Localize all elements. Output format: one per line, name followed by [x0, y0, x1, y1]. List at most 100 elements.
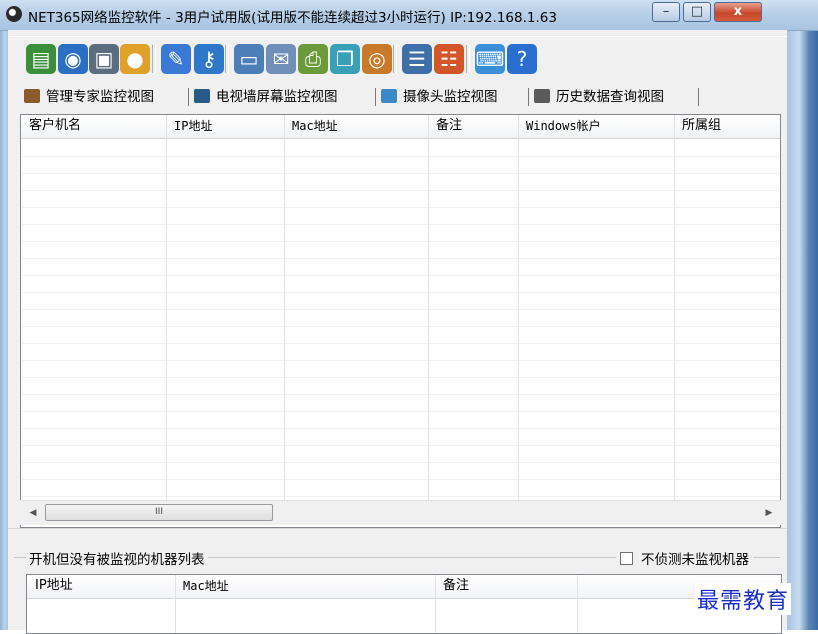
chart-pen-button[interactable]: ✎ — [161, 44, 191, 74]
toolbar-separator — [152, 45, 156, 73]
column-header[interactable]: Mac地址 — [175, 575, 435, 599]
windows-stack-icon: ▤ — [26, 44, 56, 74]
unmonitored-group-title: 开机但没有被监视的机器列表 — [26, 548, 208, 568]
column-header[interactable]: 客户机名 — [21, 115, 166, 139]
table-row — [21, 462, 780, 463]
tab-label: 管理专家监控视图 — [46, 89, 154, 105]
table-row — [21, 394, 780, 395]
table-row — [21, 309, 780, 310]
document-search-icon: ⎙ — [298, 44, 328, 74]
scroll-right-icon[interactable]: ▶ — [760, 504, 778, 522]
tab-label: 电视墙屏幕监控视图 — [216, 89, 338, 105]
keyboard-icon: ⌨ — [475, 44, 505, 74]
mail-icon: ✉ — [266, 44, 296, 74]
help-icon: ? — [507, 44, 537, 74]
table-row — [21, 258, 780, 259]
toolbar: ▤ ◉ ▣ ● ✎ ⚷ ▭ ✉ ⎙ ❐ ◎ ☰ ☷ ⌨? — [8, 36, 787, 83]
disc-icon: ◎ — [362, 44, 392, 74]
table-row — [21, 190, 780, 191]
client-table[interactable]: 客户机名 IP地址 Mac地址 备注 Windows帐户 所属组 — [20, 114, 781, 528]
disc-button[interactable]: ◎ — [362, 44, 392, 74]
list-panel-button[interactable]: ☰ — [402, 44, 432, 74]
view-tabs: 管理专家监控视图 电视墙屏幕监控视图 摄像头监控视图 历史数据查询视图 — [8, 82, 787, 110]
watermark: 最需教育 — [695, 583, 792, 615]
keyboard-button[interactable]: ⌨ — [475, 44, 505, 74]
tab-separator — [528, 88, 529, 106]
close-button[interactable]: x — [714, 2, 762, 22]
tab-camera[interactable]: 摄像头监控视图 — [381, 86, 498, 108]
tab-label: 历史数据查询视图 — [556, 89, 664, 105]
toolbar-separator — [466, 45, 470, 73]
table-row — [21, 156, 780, 157]
table-row — [21, 428, 780, 429]
maximize-button[interactable]: □ — [683, 2, 711, 22]
key-button[interactable]: ⚷ — [194, 44, 224, 74]
table-row — [21, 360, 780, 361]
minimize-button[interactable]: – — [652, 2, 680, 22]
globe-icon: ◉ — [58, 44, 88, 74]
table-row — [21, 224, 780, 225]
globe-button[interactable]: ◉ — [58, 44, 88, 74]
title-bar[interactable]: NET365网络监控软件 - 3用户试用版(试用版不能连续超过3小时运行) IP… — [0, 0, 818, 31]
table-row — [21, 445, 780, 446]
windows-copy-icon: ❐ — [330, 44, 360, 74]
column-header[interactable]: Windows帐户 — [518, 115, 674, 139]
scroll-left-icon[interactable]: ◀ — [24, 504, 42, 522]
column-divider — [577, 575, 578, 633]
manager-icon — [24, 89, 40, 103]
tab-separator — [375, 88, 376, 106]
mail-button[interactable]: ✉ — [266, 44, 296, 74]
column-divider — [435, 575, 436, 633]
window-title: NET365网络监控软件 - 3用户试用版(试用版不能连续超过3小时运行) IP… — [28, 10, 557, 26]
windows-copy-button[interactable]: ❐ — [330, 44, 360, 74]
toolbar-separator — [225, 45, 229, 73]
no-detect-checkbox[interactable] — [620, 552, 633, 565]
column-header[interactable]: 备注 — [435, 575, 577, 599]
key-icon: ⚷ — [194, 44, 224, 74]
tab-manager[interactable]: 管理专家监控视图 — [24, 86, 154, 108]
tab-history[interactable]: 历史数据查询视图 — [534, 86, 664, 108]
table-row — [21, 479, 780, 480]
column-header[interactable]: 备注 — [428, 115, 518, 139]
chart-pen-icon: ✎ — [161, 44, 191, 74]
users-button[interactable]: ● — [120, 44, 150, 74]
scroll-thumb[interactable]: III — [45, 504, 273, 521]
table-row — [21, 496, 780, 497]
table-row — [21, 343, 780, 344]
document-search-button[interactable]: ⎙ — [298, 44, 328, 74]
window-frame-right — [787, 0, 818, 630]
no-detect-label: 不侦测未监视机器 — [641, 552, 749, 568]
tab-separator — [188, 88, 189, 106]
user-report-button[interactable]: ☷ — [434, 44, 464, 74]
column-header[interactable]: 所属组 — [674, 115, 780, 139]
remote-monitor-button[interactable]: ▭ — [234, 44, 264, 74]
table-row — [21, 377, 780, 378]
table-row — [21, 241, 780, 242]
help-button[interactable]: ? — [507, 44, 537, 74]
no-detect-option[interactable]: 不侦测未监视机器 — [616, 548, 753, 568]
table-row — [21, 326, 780, 327]
windows-stack-button[interactable]: ▤ — [26, 44, 56, 74]
table-row — [21, 173, 780, 174]
remote-monitor-icon: ▭ — [234, 44, 264, 74]
window-frame-left — [0, 0, 8, 630]
list-panel-icon: ☰ — [402, 44, 432, 74]
toolbar-separator — [393, 45, 397, 73]
tab-tv-wall[interactable]: 电视墙屏幕监控视图 — [194, 86, 338, 108]
table-row — [21, 411, 780, 412]
splitter[interactable] — [8, 528, 787, 543]
column-header[interactable]: IP地址 — [27, 575, 175, 599]
monitor-settings-button[interactable]: ▣ — [89, 44, 119, 74]
table-row — [21, 207, 780, 208]
user-report-icon: ☷ — [434, 44, 464, 74]
unmonitored-table[interactable]: IP地址 Mac地址 备注 — [26, 574, 782, 634]
tab-label: 摄像头监控视图 — [403, 89, 498, 105]
column-divider — [175, 575, 176, 633]
tv-wall-icon — [194, 89, 210, 103]
horizontal-scrollbar[interactable]: ◀ III ▶ — [20, 500, 781, 525]
column-header[interactable]: IP地址 — [166, 115, 284, 139]
monitor-settings-icon: ▣ — [89, 44, 119, 74]
table-row — [21, 292, 780, 293]
table-row — [21, 275, 780, 276]
column-header[interactable]: Mac地址 — [284, 115, 428, 139]
